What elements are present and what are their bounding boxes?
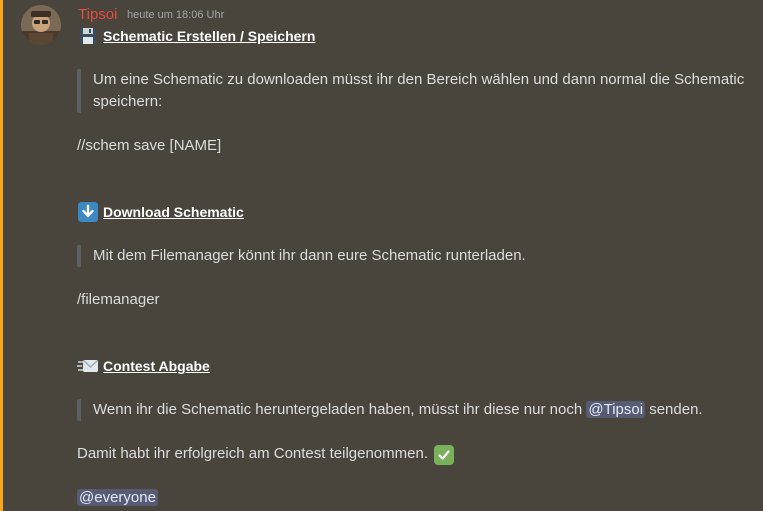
message-timestamp: heute um 18:06 Uhr	[127, 9, 225, 21]
quote-text-before: Wenn ihr die Schematic heruntergeladen h…	[93, 401, 583, 418]
user-mention-tipsoi[interactable]: @Tipsoi	[586, 401, 646, 418]
check-mark-icon	[434, 445, 455, 465]
avatar-image	[21, 5, 61, 45]
quote-text-after: senden.	[649, 401, 703, 418]
everyone-mention-line: @everyone	[77, 487, 158, 509]
heading-text: Schematic Erstellen / Speichern	[103, 28, 316, 44]
blockquote-download: Mit dem Filemanager könnt ihr dann eure …	[77, 245, 526, 267]
message-author[interactable]: Tipsoi	[78, 6, 117, 23]
blockquote-contest: Wenn ihr die Schematic heruntergeladen h…	[77, 399, 703, 421]
command-schem-save: //schem save [NAME]	[77, 137, 222, 154]
avatar[interactable]	[21, 5, 61, 45]
heading-schematic-save: Schematic Erstellen / Speichern	[77, 25, 315, 47]
heading-download: Download Schematic	[77, 201, 244, 223]
blockquote-save: Um eine Schematic zu downloaden müsst ih…	[77, 69, 753, 113]
chat-message: Tipsoi heute um 18:06 Uhr Schematic Erst…	[0, 0, 763, 511]
arrow-down-icon	[77, 201, 99, 223]
quote-text: Um eine Schematic zu downloaden müsst ih…	[93, 71, 745, 110]
floppy-disk-icon	[77, 25, 99, 47]
incoming-envelope-icon	[77, 355, 99, 377]
heading-text: Download Schematic	[103, 204, 244, 220]
heading-contest: Contest Abgabe	[77, 355, 210, 377]
heading-text: Contest Abgabe	[103, 358, 210, 374]
everyone-mention[interactable]: @everyone	[77, 489, 158, 506]
command-filemanager: /filemanager	[77, 291, 160, 308]
quote-text: Mit dem Filemanager könnt ihr dann eure …	[93, 247, 526, 264]
done-text: Damit habt ihr erfolgreich am Contest te…	[77, 445, 428, 462]
contest-done-text: Damit habt ihr erfolgreich am Contest te…	[77, 443, 455, 465]
